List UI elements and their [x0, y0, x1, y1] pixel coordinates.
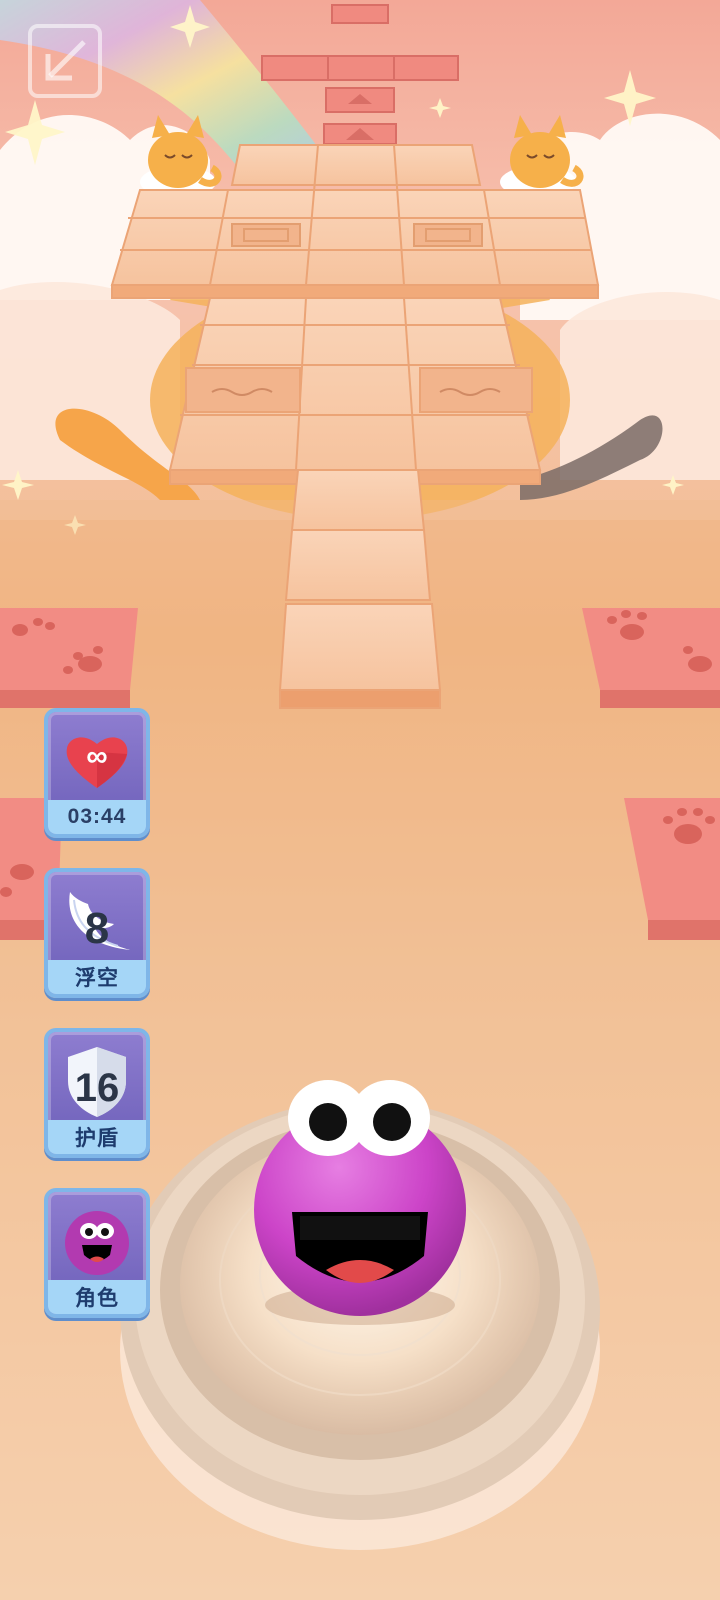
float-label: 浮空	[48, 960, 146, 994]
life-timer-label: 03:44	[48, 800, 146, 834]
shield-icon: 16	[48, 1042, 146, 1122]
game-scene: ∞ 03:44 8 浮空 16 护盾 角色	[0, 0, 720, 1600]
back-arrow-icon	[45, 40, 86, 81]
infinity-symbol: ∞	[86, 740, 108, 773]
life-timer-panel[interactable]: ∞ 03:44	[44, 708, 150, 838]
infinity-heart-icon: ∞	[48, 722, 146, 802]
shield-powerup-panel[interactable]: 16 护盾	[44, 1028, 150, 1158]
back-button[interactable]	[28, 24, 102, 98]
wing-icon: 8	[48, 882, 146, 962]
shield-count: 16	[74, 1066, 120, 1110]
character-face-icon	[48, 1202, 146, 1282]
float-count: 8	[84, 904, 110, 953]
shield-label: 护盾	[48, 1120, 146, 1154]
character-panel[interactable]: 角色	[44, 1188, 150, 1318]
float-powerup-panel[interactable]: 8 浮空	[44, 868, 150, 998]
character-label: 角色	[48, 1280, 146, 1314]
